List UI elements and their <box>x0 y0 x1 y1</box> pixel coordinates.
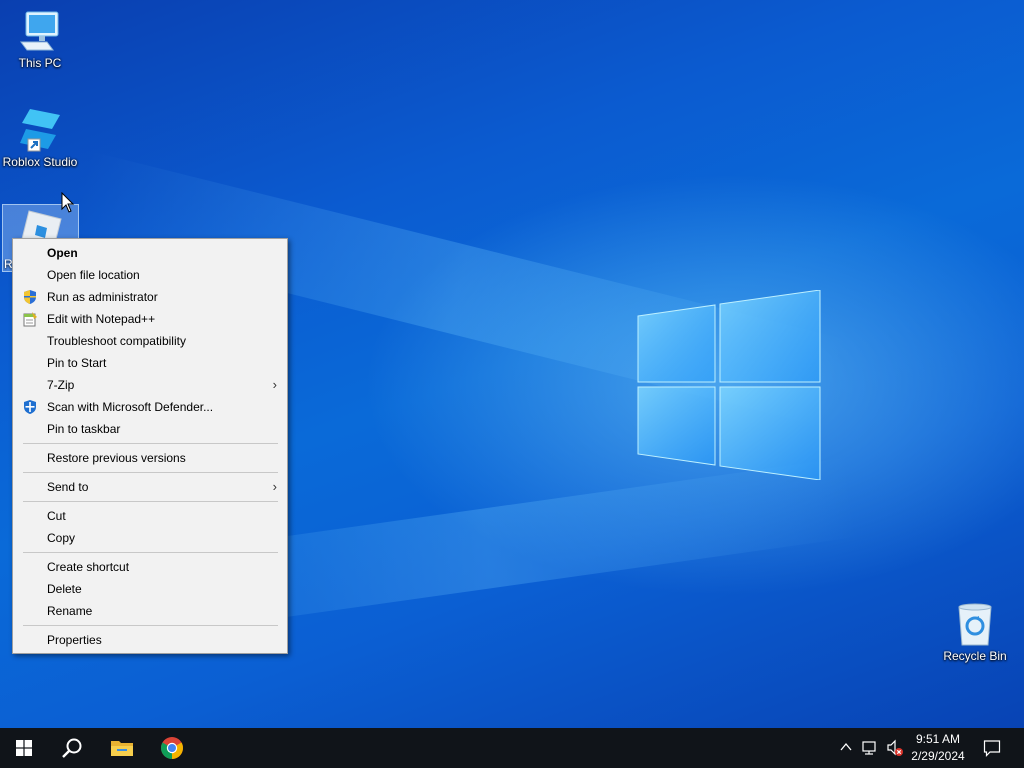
desktop-icon-this-pc[interactable]: This PC <box>0 8 80 70</box>
menu-separator <box>23 443 278 444</box>
chevron-up-icon[interactable] <box>840 742 852 752</box>
taskbar: 9:51 AM 2/29/2024 <box>0 728 1024 768</box>
menu-item-label: Delete <box>47 582 82 596</box>
menu-item-scan-with-defender[interactable]: Scan with Microsoft Defender... <box>13 396 287 418</box>
menu-item-properties[interactable]: Properties <box>13 629 287 651</box>
notepadpp-icon <box>23 312 37 327</box>
search-icon <box>62 738 82 758</box>
menu-item-label: Edit with Notepad++ <box>47 312 156 326</box>
menu-item-edit-with-notepadpp[interactable]: Edit with Notepad++ <box>13 308 287 330</box>
recycle-bin-icon <box>958 603 992 646</box>
chrome-icon <box>161 737 183 759</box>
menu-item-label: Run as administrator <box>47 290 158 304</box>
start-icon <box>16 740 32 756</box>
desktop-icon-label: Roblox Studio <box>2 155 78 169</box>
menu-separator <box>23 472 278 473</box>
computer-icon <box>20 11 59 51</box>
menu-separator <box>23 625 278 626</box>
desktop-icon-label: Recycle Bin <box>943 649 1007 663</box>
uac-shield-icon <box>24 290 36 304</box>
menu-item-label: Rename <box>47 604 93 618</box>
menu-item-label: 7-Zip <box>47 378 75 392</box>
menu-item-open-file-location[interactable]: Open file location <box>13 264 287 286</box>
menu-item-label: Scan with Microsoft Defender... <box>47 400 214 414</box>
menu-item-copy[interactable]: Copy <box>13 527 287 549</box>
menu-item-create-shortcut[interactable]: Create shortcut <box>13 556 287 578</box>
menu-separator <box>23 552 278 553</box>
menu-item-label: Send to <box>47 480 89 494</box>
menu-item-label: Properties <box>47 633 102 647</box>
clock-date: 2/29/2024 <box>911 749 965 763</box>
menu-item-label: Pin to Start <box>47 356 107 370</box>
context-menu: Open Open file location Run as administr… <box>12 238 288 654</box>
roblox-studio-icon <box>20 109 60 152</box>
menu-item-restore-previous-versions[interactable]: Restore previous versions <box>13 447 287 469</box>
menu-item-delete[interactable]: Delete <box>13 578 287 600</box>
menu-item-cut[interactable]: Cut <box>13 505 287 527</box>
menu-item-label: Open <box>47 246 78 260</box>
notification-icon[interactable] <box>983 739 1001 757</box>
clock-time: 9:51 AM <box>915 732 961 746</box>
menu-item-rename[interactable]: Rename <box>13 600 287 622</box>
menu-item-label: Create shortcut <box>47 560 130 574</box>
menu-separator <box>23 501 278 502</box>
file-explorer-icon <box>111 741 133 756</box>
menu-item-7zip[interactable]: 7-Zip › <box>13 374 287 396</box>
chevron-right-icon: › <box>272 377 277 392</box>
menu-item-pin-to-start[interactable]: Pin to Start <box>13 352 287 374</box>
desktop-icon-recycle-bin[interactable]: Recycle Bin <box>935 601 1015 663</box>
menu-item-label: Open file location <box>47 268 140 282</box>
chrome-button[interactable] <box>148 728 196 768</box>
menu-item-send-to[interactable]: Send to › <box>13 476 287 498</box>
network-icon[interactable] <box>862 740 880 756</box>
file-explorer-button[interactable] <box>98 728 146 768</box>
menu-item-pin-to-taskbar[interactable]: Pin to taskbar <box>13 418 287 440</box>
menu-item-run-as-administrator[interactable]: Run as administrator <box>13 286 287 308</box>
menu-item-label: Copy <box>47 531 76 545</box>
defender-shield-icon <box>24 400 36 414</box>
start-button[interactable] <box>0 728 48 768</box>
windows-logo-wallpaper <box>637 290 821 480</box>
taskbar-clock[interactable]: 9:51 AM 2/29/2024 <box>900 731 976 765</box>
desktop-icon-label: This PC <box>18 56 62 70</box>
menu-item-open[interactable]: Open <box>13 242 287 264</box>
menu-item-troubleshoot-compatibility[interactable]: Troubleshoot compatibility <box>13 330 287 352</box>
desktop-icon-roblox-studio[interactable]: Roblox Studio <box>0 105 80 169</box>
menu-item-label: Troubleshoot compatibility <box>47 334 186 348</box>
search-button[interactable] <box>48 728 96 768</box>
menu-item-label: Restore previous versions <box>47 451 186 465</box>
mouse-cursor-icon <box>61 192 75 213</box>
menu-item-label: Cut <box>47 509 66 523</box>
menu-item-label: Pin to taskbar <box>47 422 121 436</box>
chevron-right-icon: › <box>272 479 277 494</box>
